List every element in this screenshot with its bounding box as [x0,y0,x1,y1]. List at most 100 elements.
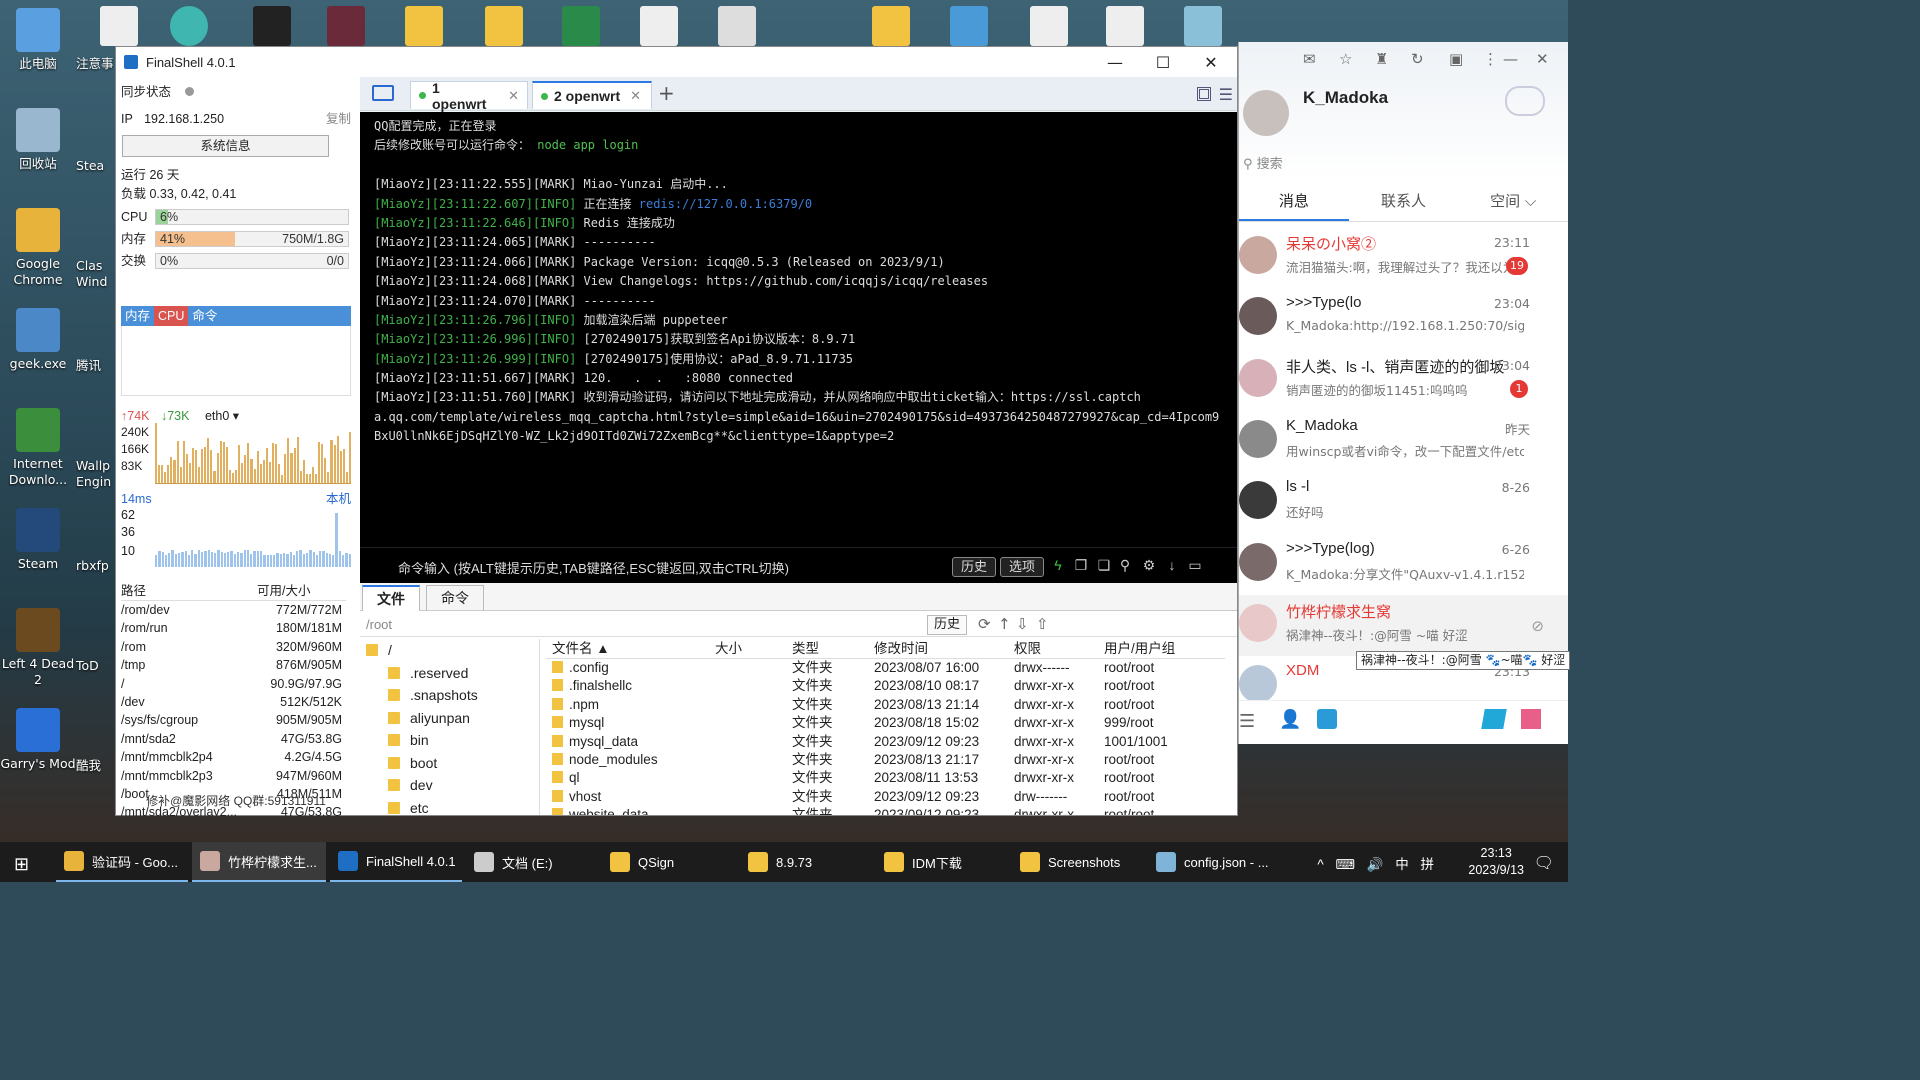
file-row[interactable]: mysql 文件夹 2023/08/18 15:02 drwxr-xr-x 999/ro… [546,714,1225,732]
paste-icon[interactable]: ❏ [1096,557,1112,573]
file-icon[interactable] [640,6,678,46]
col-type[interactable]: 类型 [786,639,868,658]
tab-commands[interactable]: 命令 [426,585,484,611]
tab-contacts[interactable]: 联系人 [1349,184,1459,221]
profile-name[interactable]: K_Madoka [1303,88,1388,108]
folder-open-icon[interactable] [372,85,394,101]
disk-row[interactable]: /sys/fs/cgroup 905M/905M [121,711,346,729]
history-button[interactable]: 历史 [952,557,997,577]
file-row[interactable]: website_data 文件夹 2023/09/12 09:23 drwxr-xr-… [546,806,1225,815]
disk-row[interactable]: /rom/dev 772M/772M [121,601,346,619]
taskbar-item[interactable]: 8.9.73 [740,842,872,882]
folder-icon[interactable] [950,6,988,46]
copy-icon[interactable]: ❐ [1073,557,1089,573]
file-row[interactable]: vhost 文件夹 2023/09/12 09:23 drw------- root/r… [546,788,1225,806]
download-icon[interactable]: ⇩ [1016,615,1029,633]
col-owner[interactable]: 用户/用户组 [1098,639,1208,658]
desktop-icon-partial[interactable]: Clas Wind [76,258,116,290]
terminal-output[interactable]: QQ配置完成，正在登录 后续修改账号可以运行命令： node app login [… [360,112,1237,547]
close-button[interactable]: ✕ [1187,47,1235,77]
app-center-icon[interactable] [1481,709,1507,729]
bag-icon[interactable]: ▣ [1449,50,1463,68]
tree-node[interactable]: dev [360,774,539,797]
star-icon[interactable]: ☆ [1339,50,1352,68]
close-tab-icon[interactable]: ✕ [508,88,519,104]
disk-row[interactable]: /mnt/mmcblk2p4 4.2G/4.5G [121,748,346,766]
menu-icon[interactable]: ☰ [1219,85,1233,104]
chat-item[interactable]: >>>Type(log) K_Madoka:分享文件"QAuxv-v1.4.1.r… [1239,534,1568,595]
minimize-button[interactable]: — [1091,47,1139,77]
options-button[interactable]: 选项 [1000,557,1045,577]
tree-node[interactable]: aliyunpan [360,707,539,730]
disk-row[interactable]: /mnt/sda2 47G/53.8G [121,730,346,748]
chat-item[interactable]: ls -l 还好吗 8-26 [1239,472,1568,533]
title-bar[interactable]: FinalShell 4.0.1 — ☐ ✕ [116,47,1237,77]
chat-item[interactable]: 呆呆の小窝② 流泪猫猫头:啊，我理解过头了？我还以为 23:11 19 [1239,227,1568,288]
image-icon[interactable] [327,6,365,46]
file-icon[interactable] [718,6,756,46]
file-icon[interactable] [1184,6,1222,46]
disk-row[interactable]: /tmp 876M/905M [121,656,346,674]
process-list[interactable] [121,326,351,396]
taskbar-item[interactable]: 竹桦柠檬求生... [192,842,326,882]
chat-item[interactable]: >>>Type(lo K_Madoka:http://192.168.1.250:… [1239,288,1568,349]
tab-command[interactable]: 命令 [188,306,221,326]
folder-icon[interactable] [405,6,443,46]
desktop-icon-partial[interactable]: 腾讯 [76,358,116,374]
avatar[interactable] [1243,90,1289,136]
download-arrow-icon[interactable]: ↓ [1164,557,1180,573]
desktop-icon[interactable]: Garry's Mod [0,708,76,772]
disk-col-path[interactable]: 路径 [121,581,251,600]
disk-row[interactable]: /rom/run 180M/181M [121,619,346,637]
mail-icon[interactable]: ✉ [1303,50,1316,68]
add-tab-button[interactable]: + [658,81,675,105]
desktop-icon-partial[interactable]: ToD [76,658,116,674]
tab-cpu[interactable]: CPU [154,306,189,326]
tab-mem[interactable]: 内存 [121,306,154,326]
col-size[interactable]: 大小 [709,639,786,658]
up-dir-icon[interactable]: ↑ [998,615,1011,633]
tab-files[interactable]: 文件 [362,585,420,611]
col-perm[interactable]: 权限 [1008,639,1098,658]
windows-start-icon[interactable]: ⊞ [14,854,29,875]
search-input[interactable]: ⚲ 搜索 [1239,154,1568,176]
file-icon[interactable] [100,6,138,46]
taskbar-item[interactable]: IDM下载 [876,842,1008,882]
file-row[interactable]: .npm 文件夹 2023/08/13 21:14 drwxr-xr-x root/ro… [546,696,1225,714]
taskbar-item[interactable]: QSign [602,842,736,882]
more-icon[interactable]: ⋮ [1483,50,1498,68]
net-iface-select[interactable]: eth0 ▾ [205,409,239,423]
gear-icon[interactable]: ⚙ [1141,557,1157,573]
tree-node[interactable]: boot [360,752,539,775]
add-friend-icon[interactable]: 👤 [1279,709,1301,730]
shirt-icon[interactable]: ♜ [1375,50,1388,68]
folder-icon[interactable] [872,6,910,46]
clock[interactable]: 23:13 2023/9/13 [1468,845,1524,879]
col-mtime[interactable]: 修改时间 [868,639,1008,658]
desktop-icon-partial[interactable]: rbxfp [76,558,116,574]
tab-messages[interactable]: 消息 [1239,184,1349,221]
file-icon[interactable] [1030,6,1068,46]
chat-item[interactable]: K_Madoka 用winscp或者vi命令，改一下配置文件/etc/m 昨天 [1239,411,1568,472]
tree-node[interactable]: / [360,639,539,662]
app-icon[interactable] [170,6,208,46]
taskbar-item[interactable]: 验证码 - Goo... [56,842,188,882]
disk-row[interactable]: /dev 512K/512K [121,693,346,711]
upload-icon[interactable]: ⇧ [1036,615,1049,633]
path-history-button[interactable]: 历史 [927,615,968,635]
command-input[interactable]: 命令输入 (按ALT键提示历史,TAB键路径,ESC键返回,双击CTRL切换) [398,558,789,577]
tree-node[interactable]: .reserved [360,662,539,685]
tree-node[interactable]: bin [360,729,539,752]
desktop-icon-partial[interactable]: 酷我 [76,758,116,774]
refresh-icon[interactable]: ↻ [1411,50,1424,68]
minimize-icon[interactable]: — [1503,50,1518,68]
desktop-icon[interactable]: geek.exe [0,308,76,372]
file-row[interactable]: mysql_data 文件夹 2023/09/12 09:23 drwxr-xr-x 1… [546,733,1225,751]
refresh-icon[interactable]: ⟳ [978,615,991,633]
menu-icon[interactable]: ☰ [1239,711,1255,732]
folder-icon[interactable] [485,6,523,46]
taskbar-item[interactable]: Screenshots [1012,842,1144,882]
tree-node[interactable]: .snapshots [360,684,539,707]
search-icon[interactable]: ⚲ [1117,557,1133,573]
file-transfer-icon[interactable] [1317,709,1337,729]
